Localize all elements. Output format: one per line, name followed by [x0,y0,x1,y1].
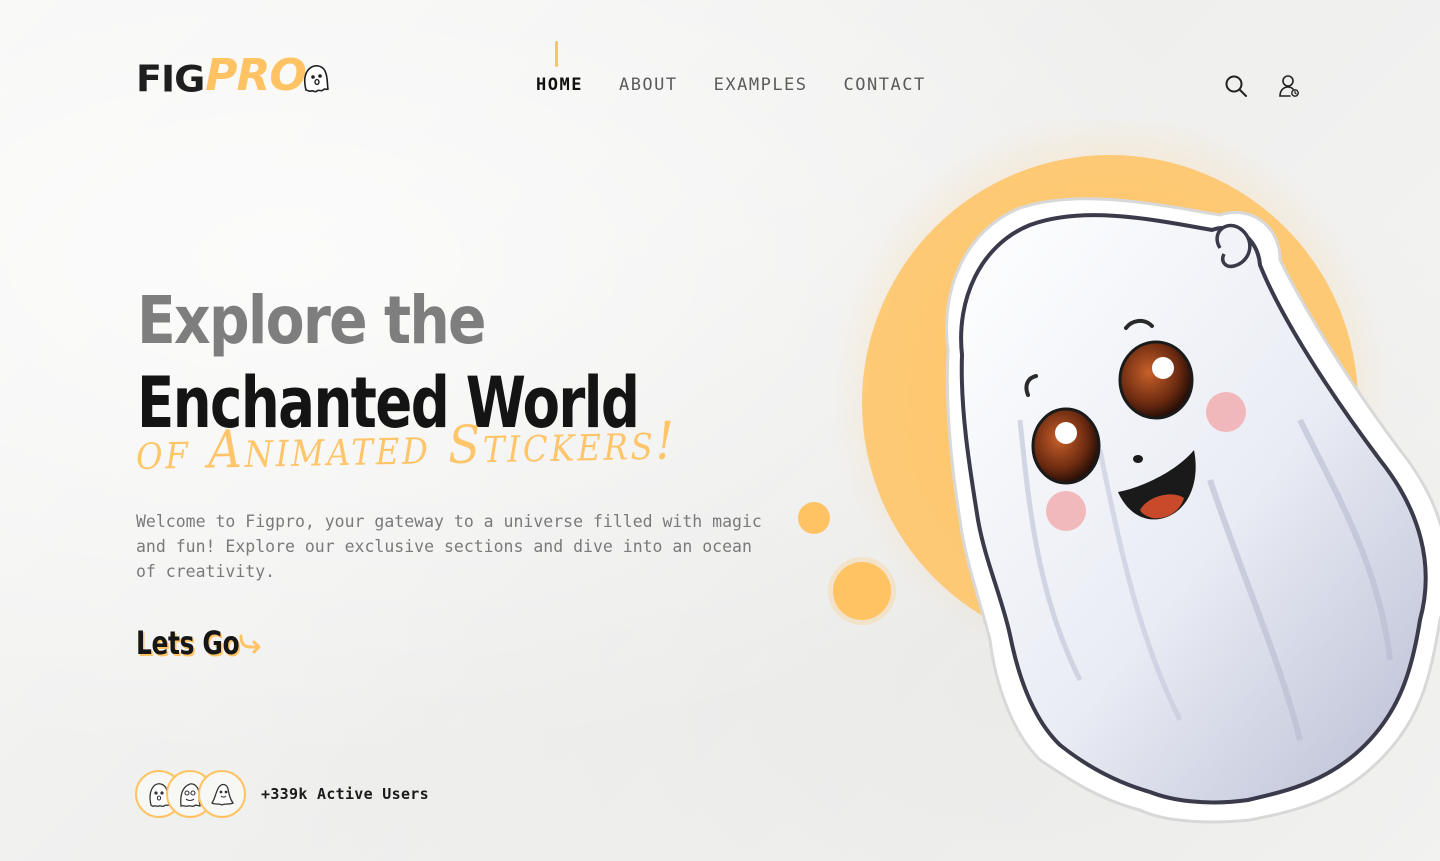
account-button[interactable] [1276,72,1302,100]
ghost-sticker-illustration [798,120,1440,824]
nav-item-contact[interactable]: CONTACT [844,74,926,96]
arrow-right-icon [239,634,261,654]
avatar [198,770,246,818]
hero-title-line1: Explore the [137,282,487,359]
active-users-count: +339k Active Users [261,785,429,803]
lets-go-label: Lets Go [136,624,240,662]
nav-item-home[interactable]: HOME [536,74,583,96]
search-icon [1225,75,1247,97]
logo[interactable]: FIG PRO [136,46,330,98]
logo-fig-text: FIG [136,58,205,100]
main-nav: HOME ABOUT EXAMPLES CONTACT [536,74,962,96]
user-icon [1279,75,1299,97]
ghost-icon [211,783,234,806]
hero-subtitle-script: of Animated Stickers! [135,411,678,482]
lets-go-button[interactable]: Lets Go [136,624,264,662]
hero-description: Welcome to Figpro, your gateway to a uni… [136,512,762,581]
ghost-icon [303,65,329,93]
nav-item-about[interactable]: ABOUT [619,74,678,96]
search-button[interactable] [1223,72,1249,100]
nav-active-indicator [555,41,558,67]
nav-item-examples[interactable]: EXAMPLES [714,74,808,96]
logo-pro-text: PRO [205,50,307,101]
